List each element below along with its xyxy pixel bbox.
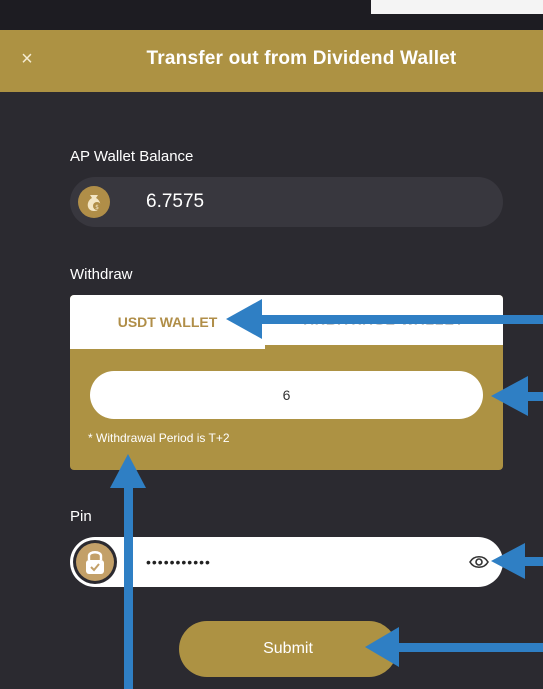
eye-icon[interactable] (469, 553, 489, 571)
balance-display: $ 6.7575 (70, 177, 503, 227)
pin-field[interactable] (70, 537, 503, 587)
pin-label: Pin (70, 508, 92, 525)
withdraw-panel: USDT WALLET ARBITRAGE WALLET * Withdrawa… (70, 295, 503, 470)
withdraw-label: Withdraw (70, 266, 133, 283)
withdrawal-period-note: * Withdrawal Period is T+2 (88, 431, 230, 445)
money-bag-icon: $ (78, 186, 110, 218)
wallet-tabs: USDT WALLET ARBITRAGE WALLET (70, 295, 503, 349)
top-strip (0, 0, 543, 30)
submit-button[interactable]: Submit (179, 621, 397, 677)
modal-header: × Transfer out from Dividend Wallet (0, 30, 543, 92)
arrow-submit-shaft (395, 643, 543, 652)
balance-value: 6.7575 (146, 191, 205, 212)
lock-icon (73, 540, 117, 584)
modal-title: Transfer out from Dividend Wallet (146, 48, 457, 69)
arrow-eye-shaft (523, 557, 543, 566)
top-right-strip (371, 0, 543, 14)
tab-usdt-wallet[interactable]: USDT WALLET (70, 295, 265, 349)
arrow-input-shaft (525, 392, 543, 401)
svg-text:$: $ (95, 204, 99, 211)
close-icon[interactable]: × (16, 48, 38, 70)
tab-arbitrage-wallet[interactable]: ARBITRAGE WALLET (265, 295, 503, 345)
balance-label: AP Wallet Balance (70, 148, 194, 165)
pin-input[interactable] (146, 550, 446, 574)
amount-input[interactable] (90, 371, 483, 419)
